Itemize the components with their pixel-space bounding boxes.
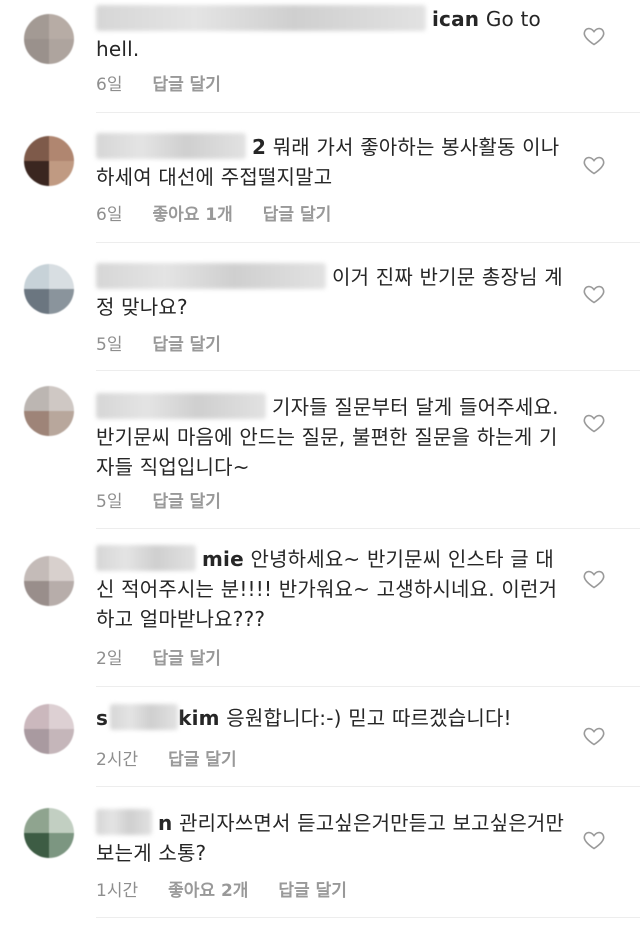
avatar-blur (24, 264, 74, 314)
avatar-blur (24, 14, 74, 64)
username-lead[interactable]: s (96, 706, 108, 730)
reply-button[interactable]: 답글 달기 (152, 487, 220, 512)
heart-outline-icon (583, 27, 605, 46)
username-redacted[interactable] (96, 393, 266, 419)
like-count[interactable]: 좋아요 1개 (152, 200, 232, 225)
divider (96, 370, 640, 371)
comment-meta: 2일 답글 달기 (96, 644, 221, 669)
avatar-blur (24, 808, 74, 858)
comment-age[interactable]: 5일 (96, 330, 122, 355)
username[interactable]: n (158, 811, 172, 835)
comment-age[interactable]: 6일 (96, 200, 122, 225)
comment-age[interactable]: 2시간 (96, 745, 138, 770)
like-button[interactable] (582, 411, 606, 435)
like-button[interactable] (582, 828, 606, 852)
comment-body: 2 뭐래 가서 좋아하는 봉사활동 이나 하세여 대선에 주접떨지말고 (96, 132, 566, 192)
like-button[interactable] (582, 724, 606, 748)
avatar[interactable] (24, 386, 74, 436)
divider (96, 528, 640, 529)
like-button[interactable] (582, 282, 606, 306)
comment-age[interactable]: 6일 (96, 70, 122, 95)
heart-outline-icon (583, 570, 605, 589)
avatar[interactable] (24, 264, 74, 314)
divider (96, 917, 640, 918)
username-redacted[interactable] (96, 5, 426, 31)
username-redacted[interactable] (96, 809, 152, 835)
heart-outline-icon (583, 727, 605, 746)
comment-age[interactable]: 5일 (96, 487, 122, 512)
heart-outline-icon (583, 831, 605, 850)
reply-button[interactable]: 답글 달기 (152, 70, 220, 95)
avatar-blur (24, 386, 74, 436)
comment-body: ican Go to hell. (96, 4, 566, 64)
like-button[interactable] (582, 153, 606, 177)
avatar-blur (24, 136, 74, 186)
username[interactable]: mie (202, 547, 244, 571)
reply-button[interactable]: 답글 달기 (152, 330, 220, 355)
avatar[interactable] (24, 556, 74, 606)
heart-outline-icon (583, 414, 605, 433)
username[interactable]: ican (432, 7, 479, 31)
comment-age[interactable]: 2일 (96, 644, 122, 669)
comment-body: 이거 진짜 반기문 총장님 계정 맞나요? (96, 262, 566, 322)
like-button[interactable] (582, 567, 606, 591)
comment-text: 응원합니다:-) 믿고 따르겠습니다! (226, 706, 512, 730)
reply-button[interactable]: 답글 달기 (278, 876, 346, 901)
divider (96, 786, 640, 787)
comment-meta: 6일 답글 달기 (96, 70, 221, 95)
comment-meta: 2시간 답글 달기 (96, 745, 237, 770)
username-redacted[interactable] (96, 545, 196, 571)
username[interactable]: kim (178, 706, 220, 730)
avatar[interactable] (24, 136, 74, 186)
username[interactable]: 2 (252, 135, 266, 159)
username-redacted[interactable] (96, 263, 326, 289)
like-button[interactable] (582, 24, 606, 48)
comment-body: 기자들 질문부터 달게 들어주세요. 반기문씨 마음에 안드는 질문, 불편한 … (96, 392, 566, 482)
comment-age[interactable]: 1시간 (96, 876, 138, 901)
comment-meta: 1시간 좋아요 2개 답글 달기 (96, 876, 347, 901)
comment-body: n 관리자쓰면서 듣고싶은거만듣고 보고싶은거만 보는게 소통? (96, 808, 566, 868)
divider (96, 686, 640, 687)
divider (96, 242, 640, 243)
avatar-blur (24, 556, 74, 606)
avatar-blur (24, 704, 74, 754)
username-redacted[interactable] (96, 133, 246, 159)
comment-body: mie 안녕하세요~ 반기문씨 인스타 글 대신 적어주시는 분!!!! 반가워… (96, 544, 566, 634)
comment-body: s kim 응원합니다:-) 믿고 따르겠습니다! (96, 703, 566, 733)
reply-button[interactable]: 답글 달기 (263, 200, 331, 225)
avatar[interactable] (24, 14, 74, 64)
reply-button[interactable]: 답글 달기 (168, 745, 236, 770)
reply-button[interactable]: 답글 달기 (152, 644, 220, 669)
comment-meta: 5일 답글 달기 (96, 330, 221, 355)
avatar[interactable] (24, 704, 74, 754)
username-redacted[interactable] (110, 704, 179, 730)
heart-outline-icon (583, 285, 605, 304)
comment-meta: 5일 답글 달기 (96, 487, 221, 512)
like-count[interactable]: 좋아요 2개 (168, 876, 248, 901)
avatar[interactable] (24, 808, 74, 858)
comment-meta: 6일 좋아요 1개 답글 달기 (96, 200, 331, 225)
heart-outline-icon (583, 156, 605, 175)
divider (96, 112, 640, 113)
